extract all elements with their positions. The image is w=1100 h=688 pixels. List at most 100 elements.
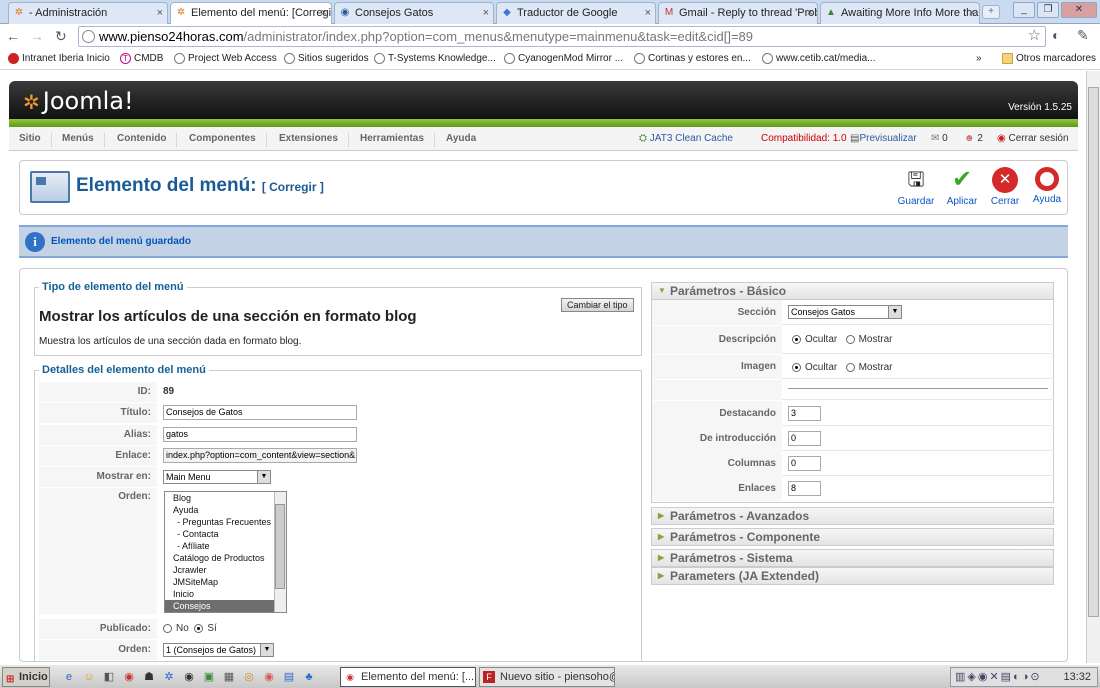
bookmarks-overflow[interactable]: » (976, 53, 982, 64)
menu-select[interactable]: Main Menu ▼ (163, 470, 271, 484)
params-component-header[interactable]: ▶ Parámetros - Componente (651, 528, 1054, 546)
ie-icon[interactable]: e (62, 670, 76, 684)
order-listbox[interactable]: Blog Ayuda - Preguntas Frecuentes - Cont… (164, 491, 287, 613)
back-icon[interactable]: ← (6, 28, 20, 44)
other-bookmarks[interactable]: Otros marcadores (1002, 53, 1096, 64)
close-button[interactable]: ✕ Cerrar (983, 167, 1027, 207)
start-button[interactable]: ⊞ Inicio (2, 667, 50, 687)
published-no-radio[interactable] (163, 623, 172, 633)
bookmark-item[interactable]: T CMDB (120, 53, 163, 64)
params-ja-extended-header[interactable]: ▶ Parameters (JA Extended) (651, 567, 1054, 585)
list-item[interactable]: - Afíliate (165, 540, 286, 552)
order-select[interactable]: 1 (Consejos de Gatos) ▼ (163, 643, 274, 657)
params-system-header[interactable]: ▶ Parámetros - Sistema (651, 549, 1054, 567)
list-item[interactable]: Blog (165, 492, 286, 504)
taskbar-task[interactable]: FNuevo sitio - piensoho@... (479, 667, 615, 687)
logout-link[interactable]: ◉ Cerrar sesión (997, 133, 1069, 144)
image-hide-radio[interactable] (792, 362, 801, 372)
taskbar-task-active[interactable]: ◉ Elemento del menú: [... (340, 667, 476, 687)
page-scrollbar[interactable] (1086, 71, 1100, 663)
restore-icon[interactable]: ❐ (1037, 2, 1059, 18)
params-basic-header[interactable]: ▼ Parámetros - Básico (651, 282, 1054, 300)
cache-link[interactable]: ⛭ JAT3 Clean Cache (639, 133, 733, 144)
tray-icons[interactable]: ▥◈◉✕▤◐◑⊙ (955, 670, 1042, 683)
help-button[interactable]: Ayuda (1025, 167, 1069, 205)
params-advanced-header[interactable]: ▶ Parámetros - Avanzados (651, 507, 1054, 525)
bookmark-item[interactable]: Cortinas y estores en... (634, 53, 751, 64)
menu-sitio[interactable]: Sitio (19, 133, 52, 147)
menu-menus[interactable]: Menús (62, 133, 105, 147)
close-tab-icon[interactable]: × (483, 3, 489, 23)
close-window-icon[interactable]: ✕ (1061, 2, 1097, 18)
minimize-icon[interactable]: _ (1013, 2, 1035, 18)
forward-icon[interactable]: → (30, 28, 44, 44)
list-item[interactable]: Catálogo de Productos (165, 552, 286, 564)
close-tab-icon[interactable]: × (157, 3, 163, 23)
menu-componentes[interactable]: Componentes (189, 133, 267, 147)
save-button[interactable]: 🖫 Guardar (894, 167, 938, 207)
close-tab-icon[interactable]: × (645, 3, 651, 23)
close-tab-icon[interactable]: × (321, 3, 327, 23)
list-item-selected[interactable]: Consejos (165, 600, 286, 612)
alias-input[interactable]: gatos (163, 427, 357, 442)
list-item[interactable]: - Contacta (165, 528, 286, 540)
close-tab-icon[interactable]: × (807, 3, 813, 23)
list-item[interactable]: Inicio (165, 588, 286, 600)
bookmark-item[interactable]: T-Systems Knowledge... (374, 53, 496, 64)
title-input[interactable]: Consejos de Gatos (163, 405, 357, 420)
listbox-scrollbar[interactable] (274, 492, 286, 612)
scrollbar-thumb[interactable] (275, 504, 285, 589)
close-tab-icon[interactable]: × (969, 3, 975, 23)
quicklaunch-icon[interactable]: ☗ (142, 670, 156, 684)
apply-button[interactable]: ✔ Aplicar (940, 167, 984, 208)
change-type-button[interactable]: Cambiar el tipo (561, 298, 634, 312)
featured-input[interactable]: 3 (788, 406, 821, 421)
intro-input[interactable]: 0 (788, 431, 821, 446)
bookmark-item[interactable]: Project Web Access (174, 53, 277, 64)
list-item[interactable]: Jcrawler (165, 564, 286, 576)
quicklaunch-icon[interactable]: ◉ (182, 670, 196, 684)
quicklaunch-icon[interactable]: ♣ (302, 670, 316, 684)
scrollbar-thumb[interactable] (1088, 87, 1099, 617)
browser-tab-active[interactable]: ✲ Elemento del menú: [Corregir × (170, 2, 332, 25)
description-show-radio[interactable] (845, 334, 855, 344)
link-input[interactable]: index.php?option=com_content&view=sectio… (163, 448, 357, 463)
list-item[interactable]: JMSiteMap (165, 576, 286, 588)
preview-link[interactable]: ▤Previsualizar (850, 133, 917, 144)
list-item[interactable]: Ayuda (165, 504, 286, 516)
star-icon[interactable]: ☆ (1028, 27, 1041, 45)
menu-extensiones[interactable]: Extensiones (279, 133, 349, 147)
browser-tab[interactable]: ✲ - Administración × (8, 2, 168, 24)
new-tab-button[interactable]: + (982, 5, 1000, 19)
quicklaunch-icon[interactable]: ◎ (242, 670, 256, 684)
browser-tab[interactable]: ◉ Consejos Gatos × (334, 2, 494, 24)
quicklaunch-icon[interactable]: ▣ (202, 670, 216, 684)
description-hide-radio[interactable] (792, 334, 801, 344)
quicklaunch-icon[interactable]: ▤ (282, 670, 296, 684)
quicklaunch-icon[interactable]: ◉ (122, 670, 136, 684)
list-item[interactable]: - Preguntas Frecuentes (165, 516, 286, 528)
page-menu-icon[interactable]: ◐ (1052, 27, 1060, 43)
browser-tab[interactable]: ▲ Awaiting More Info More tha × (820, 2, 980, 24)
bookmark-item[interactable]: Sitios sugeridos (284, 53, 369, 64)
section-select[interactable]: Consejos Gatos ▼ (788, 305, 902, 319)
browser-tab[interactable]: ◆ Traductor de Google × (496, 2, 656, 24)
menu-herramientas[interactable]: Herramientas (360, 133, 435, 147)
messages-count[interactable]: ✉ 0 (931, 133, 948, 144)
quicklaunch-icon[interactable]: ▦ (222, 670, 236, 684)
browser-tab[interactable]: M Gmail - Reply to thread 'Probl × (658, 2, 818, 24)
menu-ayuda[interactable]: Ayuda (446, 133, 486, 147)
image-show-radio[interactable] (845, 362, 855, 372)
columns-input[interactable]: 0 (788, 456, 821, 471)
published-yes-radio[interactable] (194, 623, 204, 633)
users-count[interactable]: ☻ 2 (964, 133, 983, 144)
firefox-icon[interactable]: ◉ (262, 670, 276, 684)
address-bar[interactable]: www.pienso24horas.com/administrator/inde… (78, 26, 1046, 47)
quicklaunch-icon[interactable]: ◧ (102, 670, 116, 684)
links-input[interactable]: 8 (788, 481, 821, 496)
reload-icon[interactable]: ↻ (55, 28, 67, 45)
bookmark-item[interactable]: www.cetib.cat/media... (762, 53, 875, 64)
bookmark-item[interactable]: Intranet Iberia Inicio (8, 53, 110, 64)
menu-contenido[interactable]: Contenido (117, 133, 178, 147)
quicklaunch-icon[interactable]: ✲ (162, 670, 176, 684)
